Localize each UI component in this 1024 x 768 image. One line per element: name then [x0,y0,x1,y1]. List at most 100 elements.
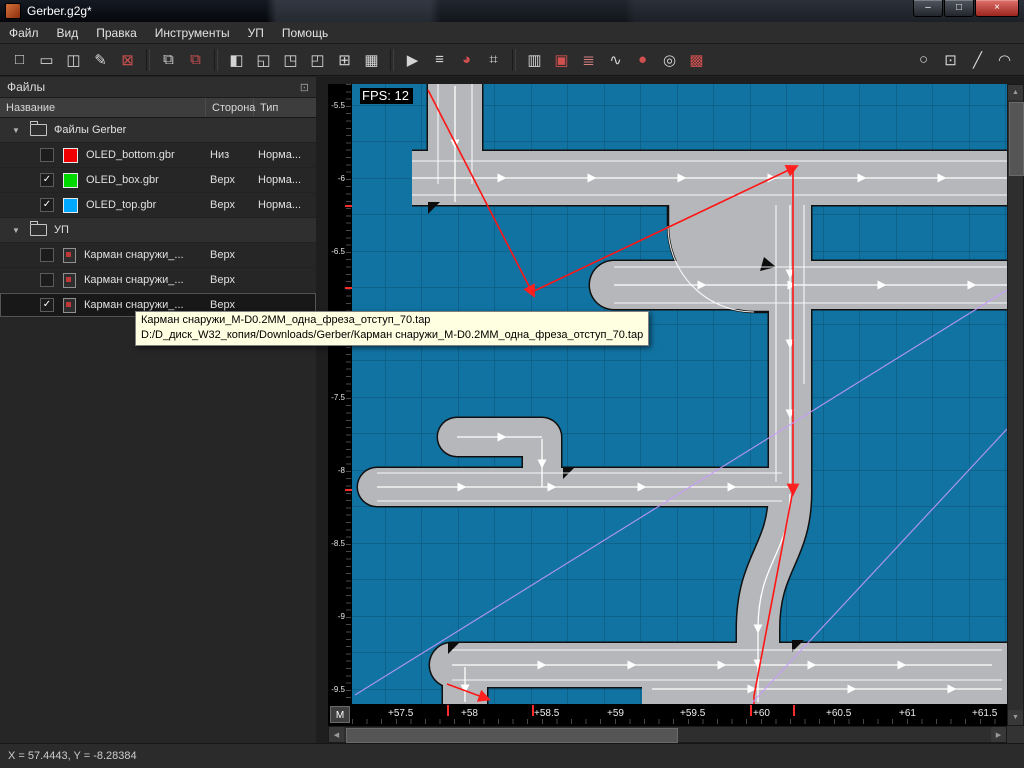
nc-file-icon [63,298,76,313]
menu-nc[interactable]: УП [239,23,273,43]
close-button[interactable]: × [975,0,1019,17]
scroll-up-icon[interactable]: ▲ [1008,85,1023,100]
dot-red-icon[interactable]: ● [630,47,655,72]
file-row-oled-bottom[interactable]: OLED_bottom.gbr Низ Норма... [0,143,316,168]
panel-copper-icon[interactable]: ▥ [522,47,547,72]
visibility-checkbox[interactable]: ✓ [40,173,54,187]
toolbar-separator [512,49,516,71]
file-name: Карман снаружи_... [84,249,210,261]
vertical-scrollbar[interactable]: ▲ ▼ [1007,84,1024,726]
ruler-marker [532,705,534,716]
transform-b-icon[interactable]: ◳ [278,47,303,72]
new-file-icon[interactable]: □ [7,47,32,72]
visibility-checkbox[interactable] [40,273,54,287]
ruler-label: +60.5 [826,708,851,719]
pcb-viewport[interactable]: FPS: 12 [352,84,1007,704]
maximize-button[interactable]: □ [944,0,974,17]
scrollbar-corner [1007,726,1024,743]
column-header-side[interactable]: Сторона [206,98,254,117]
grid-add-icon[interactable]: ⊞ [332,47,357,72]
folder-icon [30,124,47,136]
layer-color-swatch[interactable] [63,198,78,213]
file-type: Норма... [258,199,316,211]
edit-file-icon[interactable]: ✎ [88,47,113,72]
pcb-render[interactable] [352,84,1007,704]
mill-round-icon[interactable]: ◕ [454,47,479,72]
ruler-units-button[interactable]: M [330,706,350,723]
menu-edit[interactable]: Правка [87,23,146,43]
ruler-label: +59.5 [680,708,705,719]
file-row-oled-box[interactable]: ✓ OLED_box.gbr Верх Норма... [0,168,316,193]
column-header-name[interactable]: Название [0,98,206,117]
hatch-red-icon[interactable]: ▩ [684,47,709,72]
menu-view[interactable]: Вид [48,23,88,43]
horizontal-scrollbar[interactable]: ◀ ▶ [328,726,1007,743]
scroll-right-icon[interactable]: ▶ [991,727,1006,742]
layer-color-swatch[interactable] [63,173,78,188]
statusbar: X = 57.4443, Y = -8.28384 [0,743,1024,768]
nc-row-1[interactable]: Карман снаружи_... Верх [0,243,316,268]
list-red-icon[interactable]: ≣ [576,47,601,72]
nc-row-2[interactable]: Карман снаружи_... Верх [0,268,316,293]
report-list-icon[interactable]: ≡ [427,47,452,72]
ruler-label: -6.5 [328,247,345,256]
visibility-checkbox[interactable]: ✓ [40,298,54,312]
nc-file-icon [63,273,76,288]
arc-tool-icon[interactable]: ◠ [992,47,1017,72]
titlebar[interactable]: Gerber.g2g* – □ × [0,0,1024,22]
transform-a-icon[interactable]: ◱ [251,47,276,72]
grid-fill-icon[interactable]: ▦ [359,47,384,72]
horizontal-scrollbar-thumb[interactable] [346,728,678,743]
chevron-down-icon[interactable]: ▼ [8,226,24,235]
menu-file[interactable]: Файл [0,23,48,43]
line-tool-icon[interactable]: ╱ [965,47,990,72]
rect-dot-tool-icon[interactable]: ⊡ [938,47,963,72]
curve-tool-icon[interactable]: ∿ [603,47,628,72]
group-row-gerber[interactable]: ▼ Файлы Gerber [0,118,316,143]
scroll-down-icon[interactable]: ▼ [1008,710,1023,725]
column-header-row: Название Сторона Тип [0,98,316,118]
ruler-label: -7.5 [328,393,345,402]
vertical-ruler: -5.5 -6 -6.5 -7 -7.5 -8 -8.5 -9 -9.5 [328,84,352,704]
close-file-icon[interactable]: ⊠ [115,47,140,72]
copy-gerber-icon[interactable]: ⧉ [156,47,181,72]
open-file-icon[interactable]: ▭ [34,47,59,72]
panel-red-icon[interactable]: ▣ [549,47,574,72]
layer-color-swatch[interactable] [63,148,78,163]
file-row-oled-top[interactable]: ✓ OLED_top.gbr Верх Норма... [0,193,316,218]
file-name: OLED_box.gbr [86,174,210,186]
cursor-coordinates: X = 57.4443, Y = -8.28384 [8,750,137,762]
vertical-scrollbar-thumb[interactable] [1009,102,1024,176]
app-icon [5,3,21,19]
menu-tools[interactable]: Инструменты [146,23,239,43]
group-row-nc[interactable]: ▼ УП [0,218,316,243]
transform-c-icon[interactable]: ◰ [305,47,330,72]
group-label: УП [54,224,69,236]
target-tool-icon[interactable]: ◎ [657,47,682,72]
toolbar-separator [146,49,150,71]
visibility-checkbox[interactable] [40,248,54,262]
file-side: Низ [210,149,258,161]
minimize-button[interactable]: – [913,0,943,17]
fps-counter: FPS: 12 [360,88,413,104]
run-job-icon[interactable]: ▶ [400,47,425,72]
chevron-down-icon[interactable]: ▼ [8,126,24,135]
save-file-icon[interactable]: ◫ [61,47,86,72]
menubar: Файл Вид Правка Инструменты УП Помощь [0,22,1024,44]
pin-icon[interactable]: ⊡ [300,81,309,94]
column-header-type[interactable]: Тип [254,98,316,117]
frame-select-icon[interactable]: ◧ [224,47,249,72]
circle-tool-icon[interactable]: ○ [911,47,936,72]
ruler-label: +61.5 [972,708,997,719]
ruler-label: -9 [328,612,345,621]
visibility-checkbox[interactable] [40,148,54,162]
file-name: Карман снаружи_... [84,274,210,286]
menu-help[interactable]: Помощь [273,23,337,43]
scroll-left-icon[interactable]: ◀ [329,727,344,742]
drill-table-icon[interactable]: ⌗ [481,47,506,72]
ruler-marker [345,489,352,491]
visibility-checkbox[interactable]: ✓ [40,198,54,212]
file-side: Верх [210,249,258,261]
files-panel: Файлы ⊡ Название Сторона Тип ▼ Файлы Ger… [0,77,317,743]
paste-gerber-icon[interactable]: ⧉ [183,47,208,72]
